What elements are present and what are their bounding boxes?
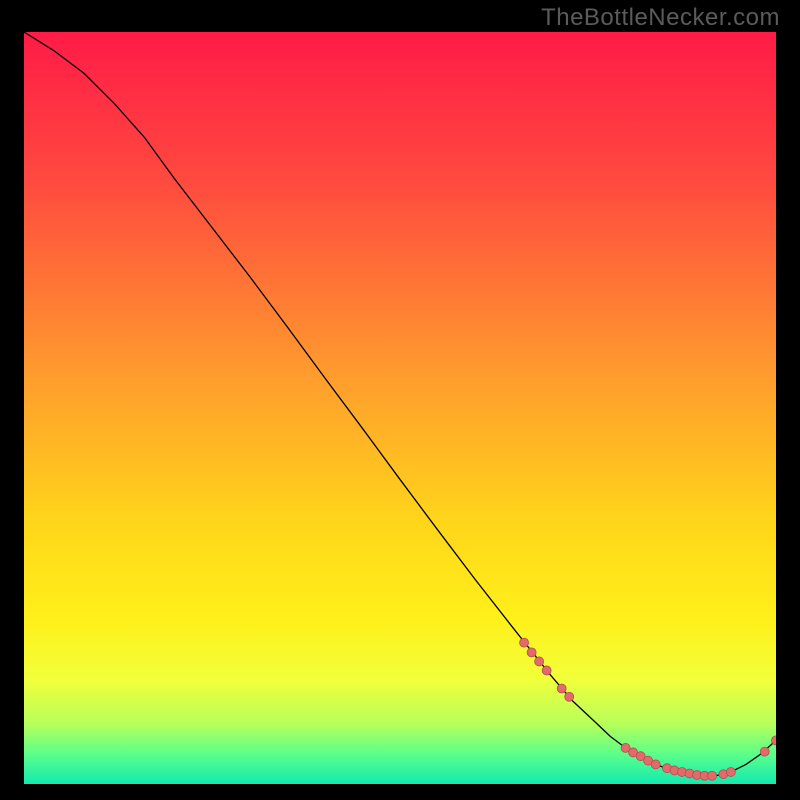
- chart-frame: TheBottleNecker.com: [0, 0, 800, 800]
- watermark-text: TheBottleNecker.com: [541, 4, 780, 32]
- marker-point: [708, 771, 717, 780]
- marker-point: [542, 666, 551, 675]
- marker-point: [535, 657, 544, 666]
- plot-area: [24, 32, 776, 784]
- marker-point: [565, 692, 574, 701]
- marker-point: [726, 767, 735, 776]
- marker-point: [557, 684, 566, 693]
- marker-point: [520, 638, 529, 647]
- marker-point: [651, 760, 660, 769]
- marker-point: [760, 747, 769, 756]
- gradient-background: [24, 32, 776, 784]
- marker-point: [527, 648, 536, 657]
- chart-svg: [24, 32, 776, 784]
